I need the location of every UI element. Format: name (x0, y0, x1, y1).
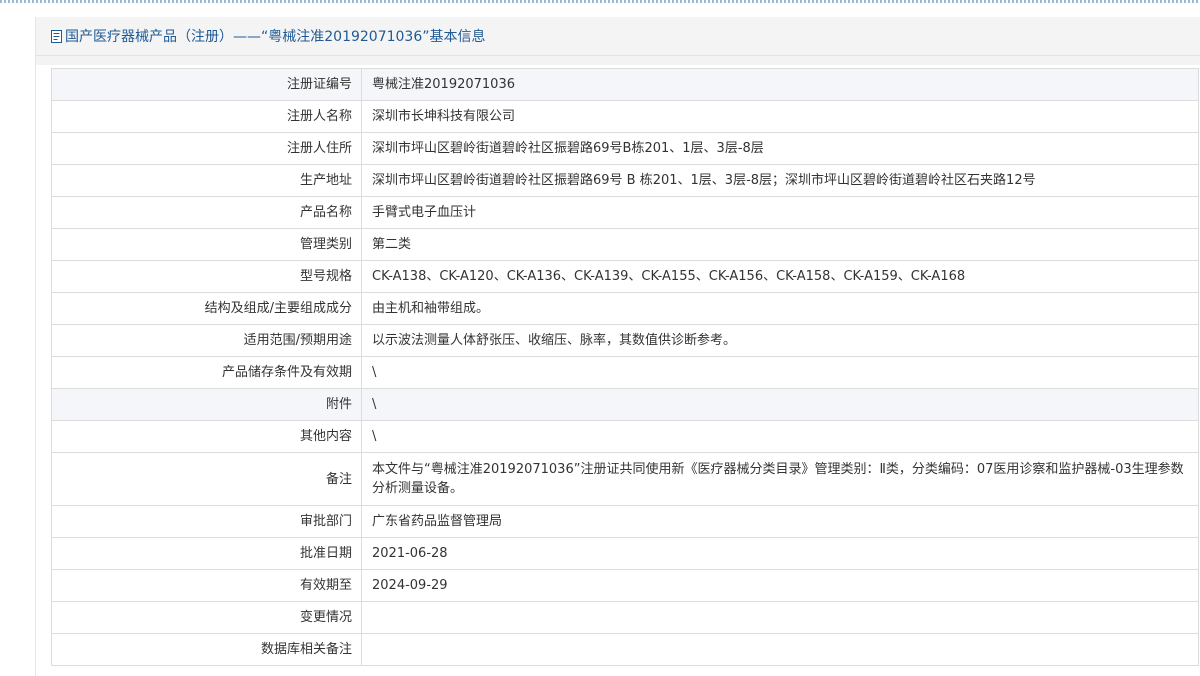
info-panel: 国产医疗器械产品（注册）——“粤械注准20192071036”基本信息 注册证编… (35, 17, 1200, 676)
row-label: 注册证编号 (51, 68, 362, 101)
row-value: 本文件与“粤械注准20192071036”注册证共同使用新《医疗器械分类目录》管… (361, 452, 1199, 506)
table-row-product-name: 产品名称 手臂式电子血压计 (51, 196, 1199, 229)
row-label: 管理类别 (51, 228, 362, 261)
table-row-production-address: 生产地址 深圳市坪山区碧岭街道碧岭社区振碧路69号 B 栋201、1层、3层-8… (51, 164, 1199, 197)
panel-title: 国产医疗器械产品（注册）——“粤械注准20192071036”基本信息 (65, 29, 486, 45)
row-value: 以示波法测量人体舒张压、收缩压、脉率，其数值供诊断参考。 (361, 324, 1199, 357)
row-value: 深圳市长坤科技有限公司 (361, 100, 1199, 133)
table-row-remarks: 备注 本文件与“粤械注准20192071036”注册证共同使用新《医疗器械分类目… (51, 452, 1199, 506)
row-value: 由主机和袖带组成。 (361, 292, 1199, 325)
info-table: 注册证编号 粤械注准20192071036 注册人名称 深圳市长坤科技有限公司 … (51, 68, 1199, 666)
row-value: 广东省药品监督管理局 (361, 505, 1199, 538)
row-value: 深圳市坪山区碧岭街道碧岭社区振碧路69号 B 栋201、1层、3层-8层；深圳市… (361, 164, 1199, 197)
row-value: 2021-06-28 (361, 537, 1199, 570)
row-label: 生产地址 (51, 164, 362, 197)
table-row-management-category: 管理类别 第二类 (51, 228, 1199, 261)
row-value: 第二类 (361, 228, 1199, 261)
row-label: 产品名称 (51, 196, 362, 229)
panel-header: 国产医疗器械产品（注册）——“粤械注准20192071036”基本信息 (36, 17, 1200, 56)
table-row-valid-until: 有效期至 2024-09-29 (51, 569, 1199, 602)
table-row-registrant-name: 注册人名称 深圳市长坤科技有限公司 (51, 100, 1199, 133)
table-row-registration-number: 注册证编号 粤械注准20192071036 (51, 68, 1199, 101)
row-label: 附件 (51, 388, 362, 421)
row-label: 产品储存条件及有效期 (51, 356, 362, 389)
row-label: 审批部门 (51, 505, 362, 538)
table-row-structure-composition: 结构及组成/主要组成成分 由主机和袖带组成。 (51, 292, 1199, 325)
table-row-storage-validity: 产品储存条件及有效期 \ (51, 356, 1199, 389)
row-value: \ (361, 356, 1199, 389)
row-label: 型号规格 (51, 260, 362, 293)
row-value (361, 601, 1199, 634)
row-value: 深圳市坪山区碧岭街道碧岭社区振碧路69号B栋201、1层、3层-8层 (361, 132, 1199, 165)
table-row-approval-date: 批准日期 2021-06-28 (51, 537, 1199, 570)
table-row-other-content: 其他内容 \ (51, 420, 1199, 453)
table-row-approval-department: 审批部门 广东省药品监督管理局 (51, 505, 1199, 538)
table-row-database-remarks: 数据库相关备注 (51, 633, 1199, 666)
row-value (361, 633, 1199, 666)
table-row-registrant-address: 注册人住所 深圳市坪山区碧岭街道碧岭社区振碧路69号B栋201、1层、3层-8层 (51, 132, 1199, 165)
table-row-attachments: 附件 \ (51, 388, 1199, 421)
table-row-intended-use: 适用范围/预期用途 以示波法测量人体舒张压、收缩压、脉率，其数值供诊断参考。 (51, 324, 1199, 357)
row-label: 注册人名称 (51, 100, 362, 133)
row-label: 其他内容 (51, 420, 362, 453)
table-row-change-status: 变更情况 (51, 601, 1199, 634)
row-label: 变更情况 (51, 601, 362, 634)
row-label: 备注 (51, 452, 362, 506)
panel-body: 注册证编号 粤械注准20192071036 注册人名称 深圳市长坤科技有限公司 … (36, 65, 1200, 676)
document-icon (50, 29, 63, 43)
row-label: 注册人住所 (51, 132, 362, 165)
row-label: 批准日期 (51, 537, 362, 570)
row-value: 粤械注准20192071036 (361, 68, 1199, 101)
row-label: 适用范围/预期用途 (51, 324, 362, 357)
table-row-model-spec: 型号规格 CK-A138、CK-A120、CK-A136、CK-A139、CK-… (51, 260, 1199, 293)
row-value: 手臂式电子血压计 (361, 196, 1199, 229)
row-value: CK-A138、CK-A120、CK-A136、CK-A139、CK-A155、… (361, 260, 1199, 293)
row-label: 结构及组成/主要组成成分 (51, 292, 362, 325)
top-dotted-border (0, 0, 1200, 3)
row-value: 2024-09-29 (361, 569, 1199, 602)
row-label: 有效期至 (51, 569, 362, 602)
row-value: \ (361, 388, 1199, 421)
row-label: 数据库相关备注 (51, 633, 362, 666)
row-value: \ (361, 420, 1199, 453)
